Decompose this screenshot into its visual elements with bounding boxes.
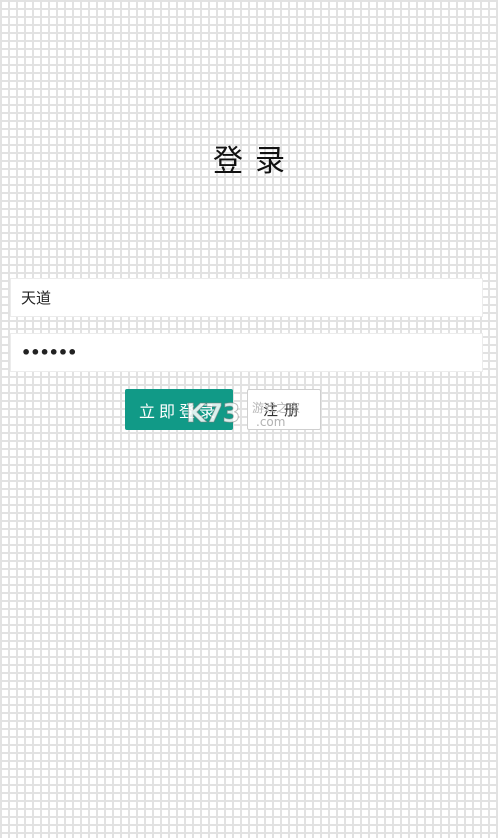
password-input[interactable]: •••••• <box>10 333 483 372</box>
register-button[interactable]: 注册 <box>247 389 321 430</box>
username-value: 天道 <box>21 289 52 307</box>
page-title: 登录 <box>213 144 297 179</box>
username-input[interactable]: 天道 <box>10 278 483 317</box>
login-button[interactable]: 立即登录 <box>125 389 233 430</box>
password-value: •••••• <box>21 343 77 362</box>
